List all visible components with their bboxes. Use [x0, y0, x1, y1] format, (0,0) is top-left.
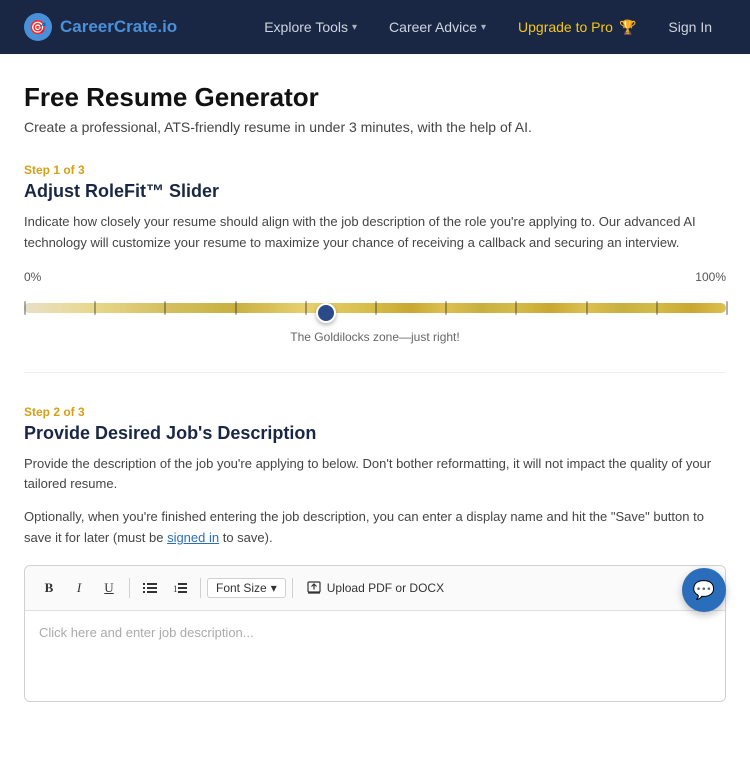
chat-fab[interactable]: 💬: [682, 568, 726, 612]
unordered-list-button[interactable]: [136, 574, 164, 602]
font-size-dropdown[interactable]: Font Size ▾: [207, 578, 286, 598]
list-unordered-icon: [143, 581, 157, 595]
goldilocks-label: The Goldilocks zone—just right!: [24, 330, 726, 344]
navbar: 🎯 CareerCrate.io Explore Tools ▾ Career …: [0, 0, 750, 54]
optional-after: to save).: [219, 530, 272, 545]
main-content: Free Resume Generator Create a professio…: [0, 54, 750, 762]
tick-6: [445, 301, 447, 315]
upgrade-nav[interactable]: Upgrade to Pro 🏆: [504, 11, 650, 44]
tick-7: [515, 301, 517, 315]
tick-3: [235, 301, 237, 315]
explore-tools-nav[interactable]: Explore Tools ▾: [250, 11, 371, 43]
tick-2: [164, 301, 166, 315]
slider-range-labels: 0% 100%: [24, 270, 726, 284]
slider-container[interactable]: [24, 292, 726, 324]
editor-body[interactable]: Click here and enter job description...: [25, 611, 725, 701]
step2-description: Provide the description of the job you'r…: [24, 454, 726, 496]
editor-toolbar: B I U 1.: [25, 566, 725, 611]
career-advice-nav[interactable]: Career Advice ▾: [375, 11, 500, 43]
bold-button[interactable]: B: [35, 574, 63, 602]
step2-label: Step 2 of 3: [24, 405, 726, 419]
underline-button[interactable]: U: [95, 574, 123, 602]
italic-button[interactable]: I: [65, 574, 93, 602]
tick-9: [656, 301, 658, 315]
tick-0: [24, 301, 26, 315]
tick-4: [305, 301, 307, 315]
font-size-chevron-icon: ▾: [271, 581, 277, 595]
brand-name: CareerCrate.io: [60, 17, 177, 37]
upload-label: Upload PDF or DOCX: [327, 581, 444, 595]
page-title: Free Resume Generator: [24, 82, 726, 113]
optional-before: Optionally, when you're finished enterin…: [24, 509, 704, 545]
list-ordered-icon: 1.: [173, 581, 187, 595]
editor-placeholder: Click here and enter job description...: [39, 625, 254, 640]
explore-tools-chevron-icon: ▾: [352, 22, 357, 33]
step2-section: Step 2 of 3 Provide Desired Job's Descri…: [24, 405, 726, 702]
upload-button[interactable]: Upload PDF or DOCX: [299, 577, 452, 599]
step2-title: Provide Desired Job's Description: [24, 423, 726, 444]
brand-logo[interactable]: 🎯 CareerCrate.io: [24, 13, 177, 41]
slider-max-label: 100%: [695, 270, 726, 284]
slider-track: [24, 303, 726, 313]
tick-8: [586, 301, 588, 315]
signin-nav[interactable]: Sign In: [654, 11, 726, 43]
trophy-icon: 🏆: [619, 19, 636, 36]
upload-icon: [307, 581, 321, 595]
tick-10: [726, 301, 728, 315]
chat-icon: 💬: [693, 580, 715, 601]
step1-description: Indicate how closely your resume should …: [24, 212, 726, 254]
career-advice-chevron-icon: ▾: [481, 22, 486, 33]
step1-label: Step 1 of 3: [24, 163, 726, 177]
nav-items: Explore Tools ▾ Career Advice ▾ Upgrade …: [250, 11, 726, 44]
toolbar-divider-2: [200, 578, 201, 598]
slider-min-label: 0%: [24, 270, 41, 284]
step1-section: Step 1 of 3 Adjust RoleFit™ Slider Indic…: [24, 163, 726, 373]
tick-5: [375, 301, 377, 315]
ordered-list-button[interactable]: 1.: [166, 574, 194, 602]
font-size-label: Font Size: [216, 581, 267, 595]
tick-1: [94, 301, 96, 315]
toolbar-divider-1: [129, 578, 130, 598]
signed-in-link[interactable]: signed in: [167, 530, 219, 545]
logo-icon: 🎯: [24, 13, 52, 41]
page-subtitle: Create a professional, ATS-friendly resu…: [24, 119, 726, 135]
editor-container: B I U 1.: [24, 565, 726, 702]
step2-optional: Optionally, when you're finished enterin…: [24, 507, 726, 549]
toolbar-divider-3: [292, 578, 293, 598]
slider-tick-marks: [24, 303, 726, 313]
step1-title: Adjust RoleFit™ Slider: [24, 181, 726, 202]
slider-thumb[interactable]: [316, 303, 336, 323]
